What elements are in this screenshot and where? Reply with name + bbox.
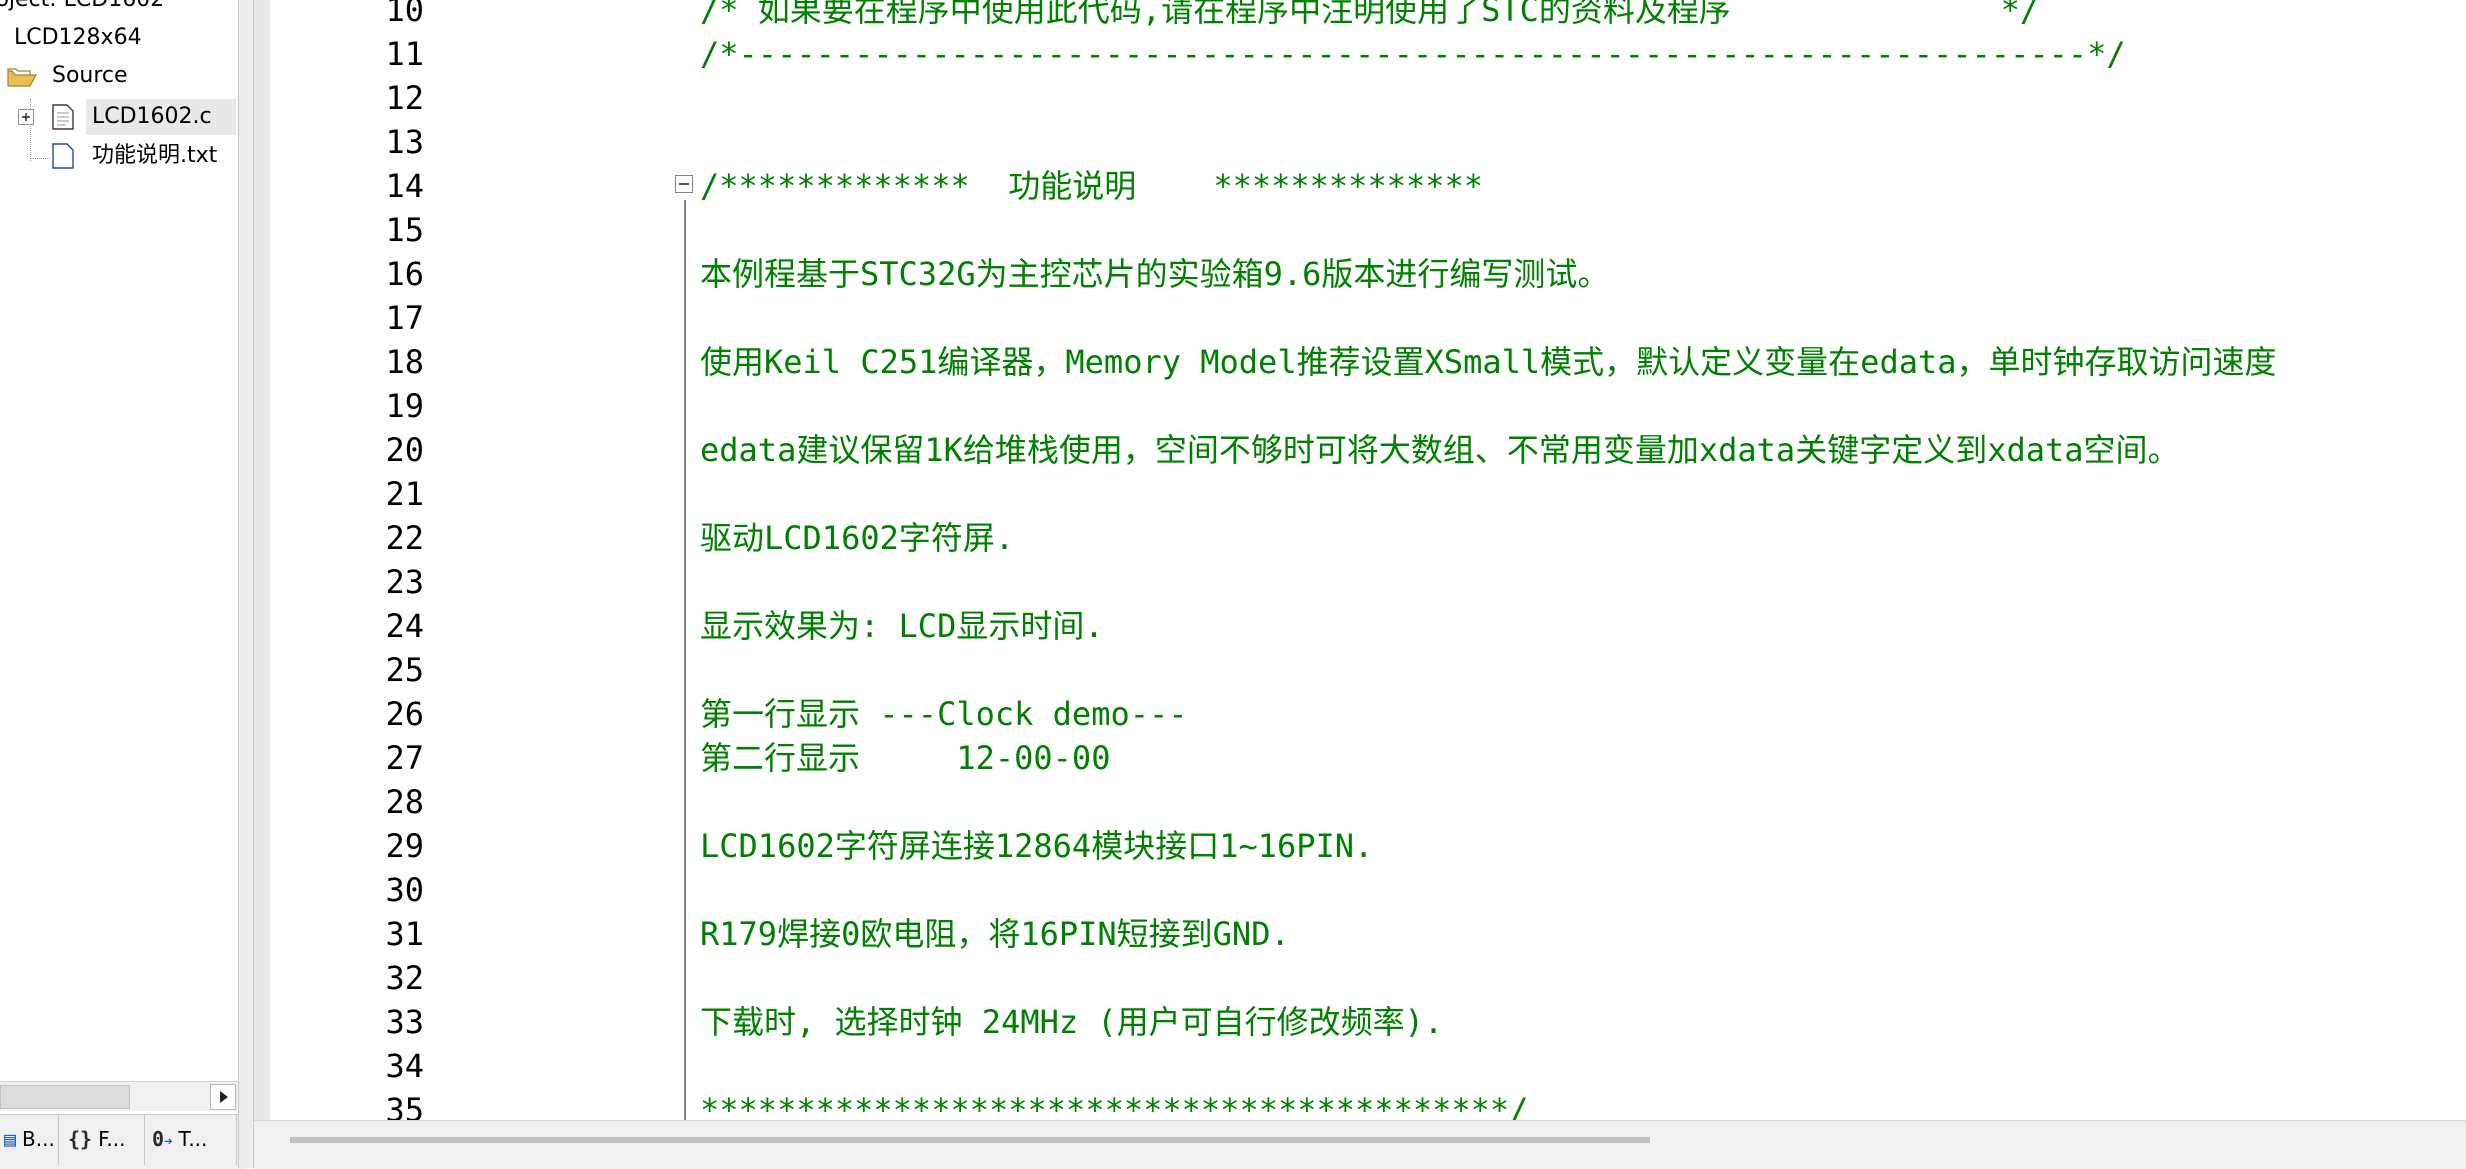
book-icon: ▤ <box>4 1127 17 1151</box>
code-line[interactable]: LCD1602字符屏连接12864模块接口1~16PIN. <box>700 824 1373 868</box>
code-line[interactable]: 第一行显示 ---Clock demo--- <box>700 692 1188 736</box>
code-line[interactable]: ****************************************… <box>700 1088 1528 1120</box>
code-line[interactable]: 使用Keil C251编译器，Memory Model推荐设置XSmall模式，… <box>700 340 2277 384</box>
target-label: LCD128x64 <box>14 25 142 50</box>
line-number: 33 <box>385 1003 424 1041</box>
editor-horizontal-scrollbar[interactable] <box>254 1120 2466 1169</box>
expand-icon[interactable] <box>18 109 34 125</box>
fold-region-line <box>684 200 686 1120</box>
scrollbar-thumb[interactable] <box>0 1085 130 1109</box>
line-number: 19 <box>385 387 424 425</box>
code-line[interactable]: 驱动LCD1602字符屏. <box>700 516 1014 560</box>
tab-label: F... <box>98 1127 126 1151</box>
left-panel-horizontal-scrollbar[interactable] <box>0 1081 238 1111</box>
line-number: 15 <box>385 211 424 249</box>
tab-label: B... <box>22 1127 55 1151</box>
scrollbar-thumb[interactable] <box>290 1137 1650 1143</box>
line-number: 16 <box>385 255 424 293</box>
line-number: 18 <box>385 343 424 381</box>
selection-margin <box>254 0 270 1120</box>
template-icon: 0➜ <box>152 1127 173 1151</box>
file-label: LCD1602.c <box>92 104 212 129</box>
line-number: 34 <box>385 1047 424 1085</box>
line-number: 29 <box>385 827 424 865</box>
code-line[interactable]: /*--------------------------------------… <box>700 32 2126 76</box>
line-number: 26 <box>385 695 424 733</box>
line-number: 21 <box>385 475 424 513</box>
group-label: Source <box>52 63 128 88</box>
line-number: 30 <box>385 871 424 909</box>
tab-books[interactable]: ▤ B... <box>0 1115 59 1165</box>
project-title-row[interactable]: Project: LCD1602 <box>0 0 164 18</box>
tab-label: T... <box>178 1127 208 1151</box>
line-number: 31 <box>385 915 424 953</box>
project-panel: Project: LCD1602 LCD128x64 Source LCD1 <box>0 0 238 1120</box>
braces-icon: {} <box>68 1127 93 1151</box>
line-number-gutter: 10 11 12 13 14 15 16 17 18 19 20 21 22 2… <box>270 0 430 1120</box>
line-number: 24 <box>385 607 424 645</box>
collapse-icon[interactable] <box>675 175 693 193</box>
project-title: Project: LCD1602 <box>0 0 164 18</box>
line-number: 10 <box>385 0 424 29</box>
file-label: 功能说明.txt <box>92 143 218 168</box>
text-file-icon <box>52 143 74 169</box>
c-file-icon <box>52 104 74 130</box>
line-number: 14 <box>385 167 424 205</box>
tab-functions[interactable]: {} F... <box>64 1115 145 1165</box>
target-row[interactable]: LCD128x64 <box>14 20 142 56</box>
code-line[interactable]: 本例程基于STC32G为主控芯片的实验箱9.6版本进行编写测试。 <box>700 252 1609 296</box>
file-item-readme-txt[interactable]: 功能说明.txt <box>0 138 238 174</box>
line-number: 20 <box>385 431 424 469</box>
code-line[interactable]: edata建议保留1K给堆栈使用，空间不够时可将大数组、不常用变量加xdata关… <box>700 428 2180 472</box>
code-line[interactable]: /************* 功能说明 ************** <box>700 164 1483 208</box>
line-number: 23 <box>385 563 424 601</box>
code-line[interactable]: 显示效果为: LCD显示时间. <box>700 604 1104 648</box>
code-line[interactable]: 下载时, 选择时钟 24MHz (用户可自行修改频率). <box>700 1000 1443 1044</box>
code-line[interactable]: /* 如果要在程序中使用此代码,请在程序中注明使用了STC的资料及程序 */ <box>700 0 2039 32</box>
open-folder-icon <box>6 65 38 89</box>
line-number: 35 <box>385 1091 424 1120</box>
panel-splitter[interactable] <box>238 0 254 1168</box>
code-editor[interactable]: 10 11 12 13 14 15 16 17 18 19 20 21 22 2… <box>254 0 2466 1120</box>
file-item-lcd1602-c[interactable]: LCD1602.c <box>0 99 238 135</box>
code-line[interactable]: R179焊接0欧电阻，将16PIN短接到GND. <box>700 912 1290 956</box>
line-number: 27 <box>385 739 424 777</box>
tab-templates[interactable]: 0➜ T... <box>148 1115 237 1165</box>
line-number: 11 <box>385 35 424 73</box>
line-number: 25 <box>385 651 424 689</box>
line-number: 13 <box>385 123 424 161</box>
code-line[interactable]: 第二行显示 12-00-00 <box>700 736 1110 780</box>
line-number: 17 <box>385 299 424 337</box>
line-number: 12 <box>385 79 424 117</box>
scroll-right-arrow-icon[interactable] <box>210 1084 236 1110</box>
line-number: 22 <box>385 519 424 557</box>
source-group-row[interactable]: Source <box>0 58 238 94</box>
line-number: 32 <box>385 959 424 997</box>
project-panel-tabs: ▤ B... {} F... 0➜ T... <box>0 1114 246 1169</box>
line-number: 28 <box>385 783 424 821</box>
